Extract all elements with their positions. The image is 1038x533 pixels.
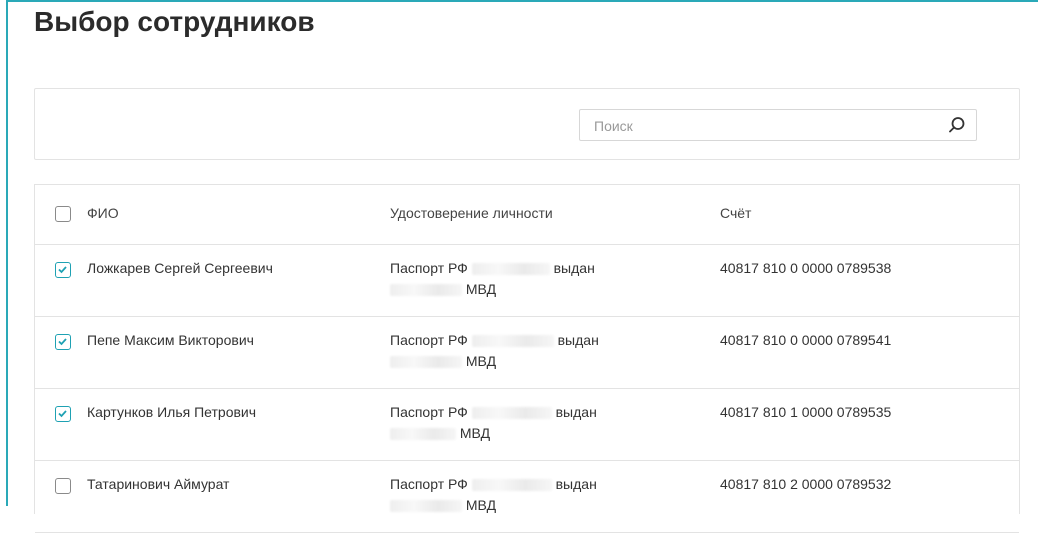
checkmark-icon bbox=[58, 266, 67, 274]
window-frame-top bbox=[6, 0, 1038, 2]
employee-document: Паспорт РФ выдан МВД bbox=[390, 332, 599, 369]
search-field[interactable] bbox=[579, 109, 977, 142]
employee-name: Ложкарев Сергей Сергеевич bbox=[87, 260, 273, 276]
select-all-checkbox[interactable] bbox=[55, 206, 71, 222]
table-row[interactable]: Пепе Максим Викторович Паспорт РФ выдан … bbox=[35, 316, 1019, 389]
employee-name: Картунков Илья Петрович bbox=[87, 404, 257, 420]
checkmark-icon bbox=[58, 338, 67, 346]
row-checkbox[interactable] bbox=[55, 478, 71, 494]
column-header-name: ФИО bbox=[87, 205, 119, 221]
employees-table: ФИО Удостоверение личности Счёт Ложкарев… bbox=[34, 184, 1020, 533]
redacted-text bbox=[390, 500, 462, 513]
employee-document: Паспорт РФ выдан МВД bbox=[390, 404, 597, 441]
row-checkbox[interactable] bbox=[55, 334, 71, 350]
column-header-document: Удостоверение личности bbox=[390, 205, 553, 221]
search-panel bbox=[34, 88, 1020, 160]
table-header-row: ФИО Удостоверение личности Счёт bbox=[35, 185, 1019, 245]
redacted-text bbox=[471, 407, 552, 420]
redacted-text bbox=[471, 335, 554, 348]
page-title: Выбор сотрудников bbox=[34, 6, 315, 37]
employee-account: 40817 810 0 0000 0789541 bbox=[720, 332, 892, 348]
redacted-text bbox=[390, 284, 462, 297]
employee-name: Татаринович Аймурат bbox=[87, 476, 230, 492]
search-input[interactable] bbox=[592, 110, 926, 142]
redacted-text bbox=[390, 356, 462, 369]
table-row[interactable]: Картунков Илья Петрович Паспорт РФ выдан… bbox=[35, 388, 1019, 461]
search-icon[interactable] bbox=[948, 116, 966, 134]
redacted-text bbox=[471, 479, 552, 492]
redacted-text bbox=[471, 263, 550, 276]
employee-account: 40817 810 0 0000 0789538 bbox=[720, 260, 892, 276]
employee-document: Паспорт РФ выдан МВД bbox=[390, 476, 597, 513]
employee-account: 40817 810 2 0000 0789532 bbox=[720, 476, 892, 492]
column-header-account: Счёт bbox=[720, 205, 752, 221]
table-row[interactable]: Ложкарев Сергей Сергеевич Паспорт РФ выд… bbox=[35, 244, 1019, 317]
row-checkbox[interactable] bbox=[55, 262, 71, 278]
row-checkbox[interactable] bbox=[55, 406, 71, 422]
window-frame-left bbox=[6, 0, 8, 506]
employee-name: Пепе Максим Викторович bbox=[87, 332, 254, 348]
employee-document: Паспорт РФ выдан МВД bbox=[390, 260, 595, 297]
table-row[interactable]: Татаринович Аймурат Паспорт РФ выдан МВД… bbox=[35, 460, 1019, 533]
redacted-text bbox=[390, 428, 456, 441]
checkmark-icon bbox=[58, 410, 67, 418]
employee-account: 40817 810 1 0000 0789535 bbox=[720, 404, 892, 420]
